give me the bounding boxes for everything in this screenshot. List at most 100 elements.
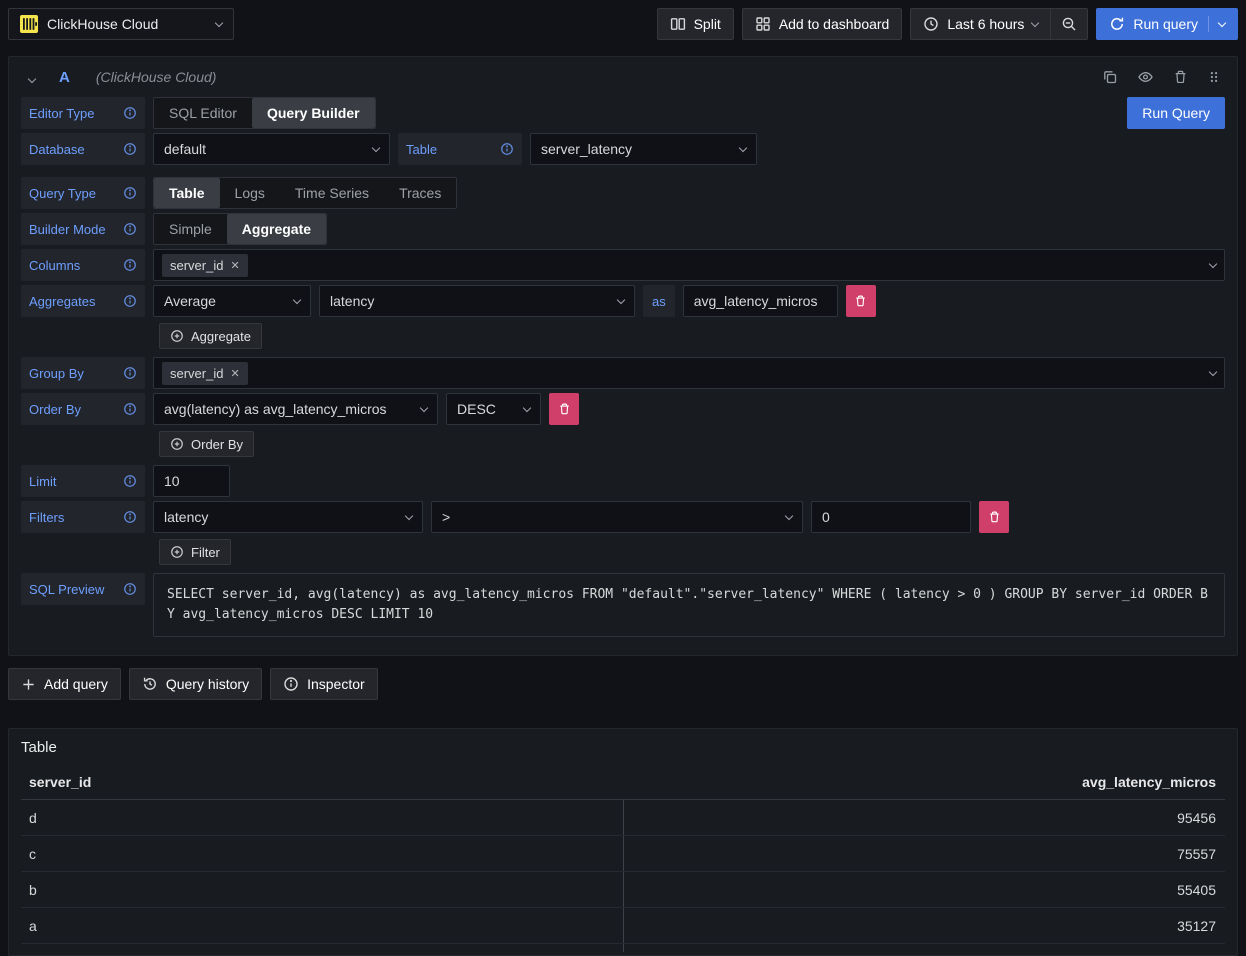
add-filter-button[interactable]: Filter xyxy=(159,539,231,565)
query-type-time-series[interactable]: Time Series xyxy=(280,178,384,208)
info-icon[interactable] xyxy=(123,142,137,156)
circle-plus-icon xyxy=(170,437,184,451)
order-by-field-select[interactable]: avg(latency) as avg_latency_micros xyxy=(153,393,438,425)
remove-filter-button[interactable] xyxy=(979,501,1009,533)
close-icon[interactable]: ✕ xyxy=(230,259,239,272)
info-icon[interactable] xyxy=(123,402,137,416)
info-icon[interactable] xyxy=(123,474,137,488)
clock-icon xyxy=(923,16,939,32)
run-query-button[interactable]: Run Query xyxy=(1127,97,1225,129)
aggregate-as-label: as xyxy=(643,285,675,317)
filter-operator-select[interactable]: > xyxy=(431,501,803,533)
info-icon[interactable] xyxy=(500,142,514,156)
hide-response-icon[interactable] xyxy=(1137,69,1154,85)
cell-server-id: c xyxy=(21,836,623,871)
duplicate-query-icon[interactable] xyxy=(1102,69,1118,85)
editor-type-query-builder[interactable]: Query Builder xyxy=(252,98,375,128)
info-icon[interactable] xyxy=(123,366,137,380)
close-icon[interactable]: ✕ xyxy=(230,367,239,380)
split-button[interactable]: Split xyxy=(657,8,734,40)
chevron-down-icon xyxy=(1209,259,1217,267)
inspector-button[interactable]: Inspector xyxy=(270,668,378,700)
add-query-button[interactable]: Add query xyxy=(8,668,121,700)
group-by-multiselect[interactable]: server_id ✕ xyxy=(153,357,1225,389)
results-table-header: server_id avg_latency_micros xyxy=(21,768,1225,800)
query-ref-id[interactable]: A xyxy=(59,69,70,86)
filter-value-input[interactable] xyxy=(811,501,971,533)
columns-multiselect[interactable]: server_id ✕ xyxy=(153,249,1225,281)
zoom-out-icon xyxy=(1061,16,1077,32)
order-by-label: Order By xyxy=(21,393,145,425)
chevron-down-icon xyxy=(1209,367,1217,375)
order-by-direction-select[interactable]: DESC xyxy=(446,393,541,425)
add-to-dashboard-button[interactable]: Add to dashboard xyxy=(742,8,903,40)
time-range-label: Last 6 hours xyxy=(947,16,1024,32)
apps-icon xyxy=(755,16,771,32)
info-icon[interactable] xyxy=(123,510,137,524)
remove-query-icon[interactable] xyxy=(1173,69,1188,85)
info-icon[interactable] xyxy=(123,222,137,236)
info-icon[interactable] xyxy=(123,186,137,200)
builder-mode-simple[interactable]: Simple xyxy=(154,214,227,244)
collapse-query-icon[interactable] xyxy=(25,65,39,89)
cell-avg-latency: 95456 xyxy=(623,800,1225,835)
query-editor-panel: A (ClickHouse Cloud) xyxy=(8,56,1238,656)
info-icon[interactable] xyxy=(123,258,137,272)
query-editor-header: A (ClickHouse Cloud) xyxy=(9,57,1237,97)
drag-handle-icon[interactable] xyxy=(1207,69,1221,85)
cell-avg-latency: 35127 xyxy=(623,908,1225,943)
info-icon[interactable] xyxy=(123,106,137,120)
circle-plus-icon xyxy=(170,329,184,343)
chevron-down-icon xyxy=(293,295,301,303)
builder-mode-aggregate[interactable]: Aggregate xyxy=(227,214,326,244)
editor-type-switcher: SQL Editor Query Builder xyxy=(153,97,376,129)
table-row[interactable]: b 55405 xyxy=(21,872,1225,908)
editor-type-sql-editor[interactable]: SQL Editor xyxy=(154,98,252,128)
add-to-dashboard-label: Add to dashboard xyxy=(779,16,890,32)
query-type-table[interactable]: Table xyxy=(154,178,220,208)
info-icon[interactable] xyxy=(123,294,137,308)
query-type-label: Query Type xyxy=(21,177,145,209)
info-icon[interactable] xyxy=(123,582,137,596)
chevron-down-icon xyxy=(785,511,793,519)
chevron-down-icon xyxy=(523,403,531,411)
split-icon xyxy=(670,16,686,32)
filters-label: Filters xyxy=(21,501,145,533)
run-query-toolbar-button[interactable]: Run query xyxy=(1096,8,1238,40)
remove-order-by-button[interactable] xyxy=(549,393,579,425)
table-label: Table xyxy=(398,133,522,165)
query-type-traces[interactable]: Traces xyxy=(384,178,456,208)
table-row[interactable]: a 35127 xyxy=(21,908,1225,944)
time-range-picker[interactable]: Last 6 hours xyxy=(910,8,1050,40)
add-order-by-button[interactable]: Order By xyxy=(159,431,254,457)
table-select[interactable]: server_latency xyxy=(530,133,757,165)
explore-secondary-actions: Add query Query history Inspector xyxy=(8,668,1238,700)
aggregate-column-select[interactable]: latency xyxy=(319,285,635,317)
explore-toolbar: ClickHouse Cloud Split Add to xyxy=(0,0,1246,48)
table-row[interactable]: d 95456 xyxy=(21,800,1225,836)
aggregate-alias-input[interactable] xyxy=(683,285,838,317)
datasource-picker[interactable]: ClickHouse Cloud xyxy=(8,8,234,40)
aggregate-function-select[interactable]: Average xyxy=(153,285,311,317)
sql-preview-label: SQL Preview xyxy=(21,573,145,605)
query-history-button[interactable]: Query history xyxy=(129,668,262,700)
column-header-avg-latency-micros[interactable]: avg_latency_micros xyxy=(623,774,1225,790)
info-icon xyxy=(283,676,299,692)
filter-field-select[interactable]: latency xyxy=(153,501,423,533)
limit-label: Limit xyxy=(21,465,145,497)
column-header-server-id[interactable]: server_id xyxy=(21,774,623,790)
chevron-down-icon xyxy=(1031,18,1039,26)
add-aggregate-button[interactable]: Aggregate xyxy=(159,323,262,349)
remove-aggregate-button[interactable] xyxy=(846,285,876,317)
cell-server-id: d xyxy=(21,800,623,835)
chevron-down-icon xyxy=(420,403,428,411)
history-icon xyxy=(142,676,158,692)
table-row[interactable]: c 75557 xyxy=(21,836,1225,872)
builder-mode-label: Builder Mode xyxy=(21,213,145,245)
database-select[interactable]: default xyxy=(153,133,390,165)
zoom-out-time-button[interactable] xyxy=(1050,8,1088,40)
limit-input[interactable] xyxy=(153,465,230,497)
chevron-down-icon xyxy=(739,143,747,151)
query-type-logs[interactable]: Logs xyxy=(220,178,280,208)
chevron-down-icon xyxy=(617,295,625,303)
